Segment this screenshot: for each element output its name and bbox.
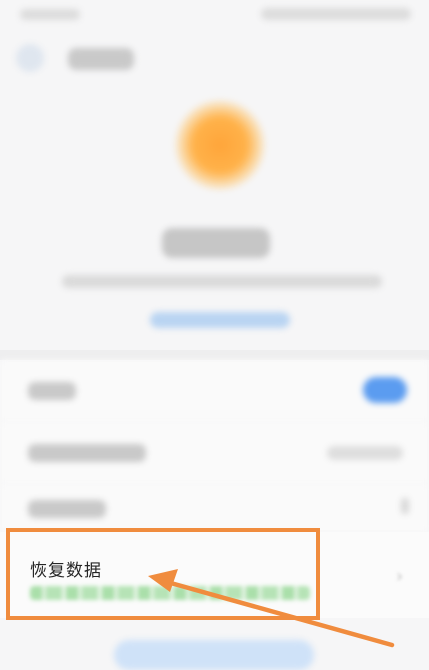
status-bar-indicators [261, 8, 411, 20]
settings-row-label [28, 382, 76, 400]
chevron-right-icon [401, 498, 409, 514]
header [0, 30, 429, 90]
hero-title [162, 228, 270, 258]
settings-row-value [327, 446, 403, 460]
toggle-switch[interactable] [363, 377, 407, 403]
sun-icon [175, 100, 265, 190]
settings-row-option[interactable] [0, 422, 429, 484]
hero-link[interactable] [150, 312, 290, 328]
chevron-right-icon: › [396, 566, 404, 587]
page-title [68, 48, 134, 70]
bottom-button[interactable] [114, 640, 314, 670]
settings-row-label [28, 500, 106, 518]
settings-row-label [28, 444, 146, 462]
hero-subtitle [62, 275, 382, 288]
section-divider [0, 350, 429, 360]
back-arrow-icon[interactable] [16, 44, 44, 72]
status-bar-time [20, 9, 80, 20]
status-bar [0, 0, 429, 30]
settings-row-toggle[interactable] [0, 360, 429, 422]
highlight-box [6, 528, 320, 620]
hero-section [0, 90, 429, 340]
settings-row-manage[interactable] [0, 484, 429, 532]
